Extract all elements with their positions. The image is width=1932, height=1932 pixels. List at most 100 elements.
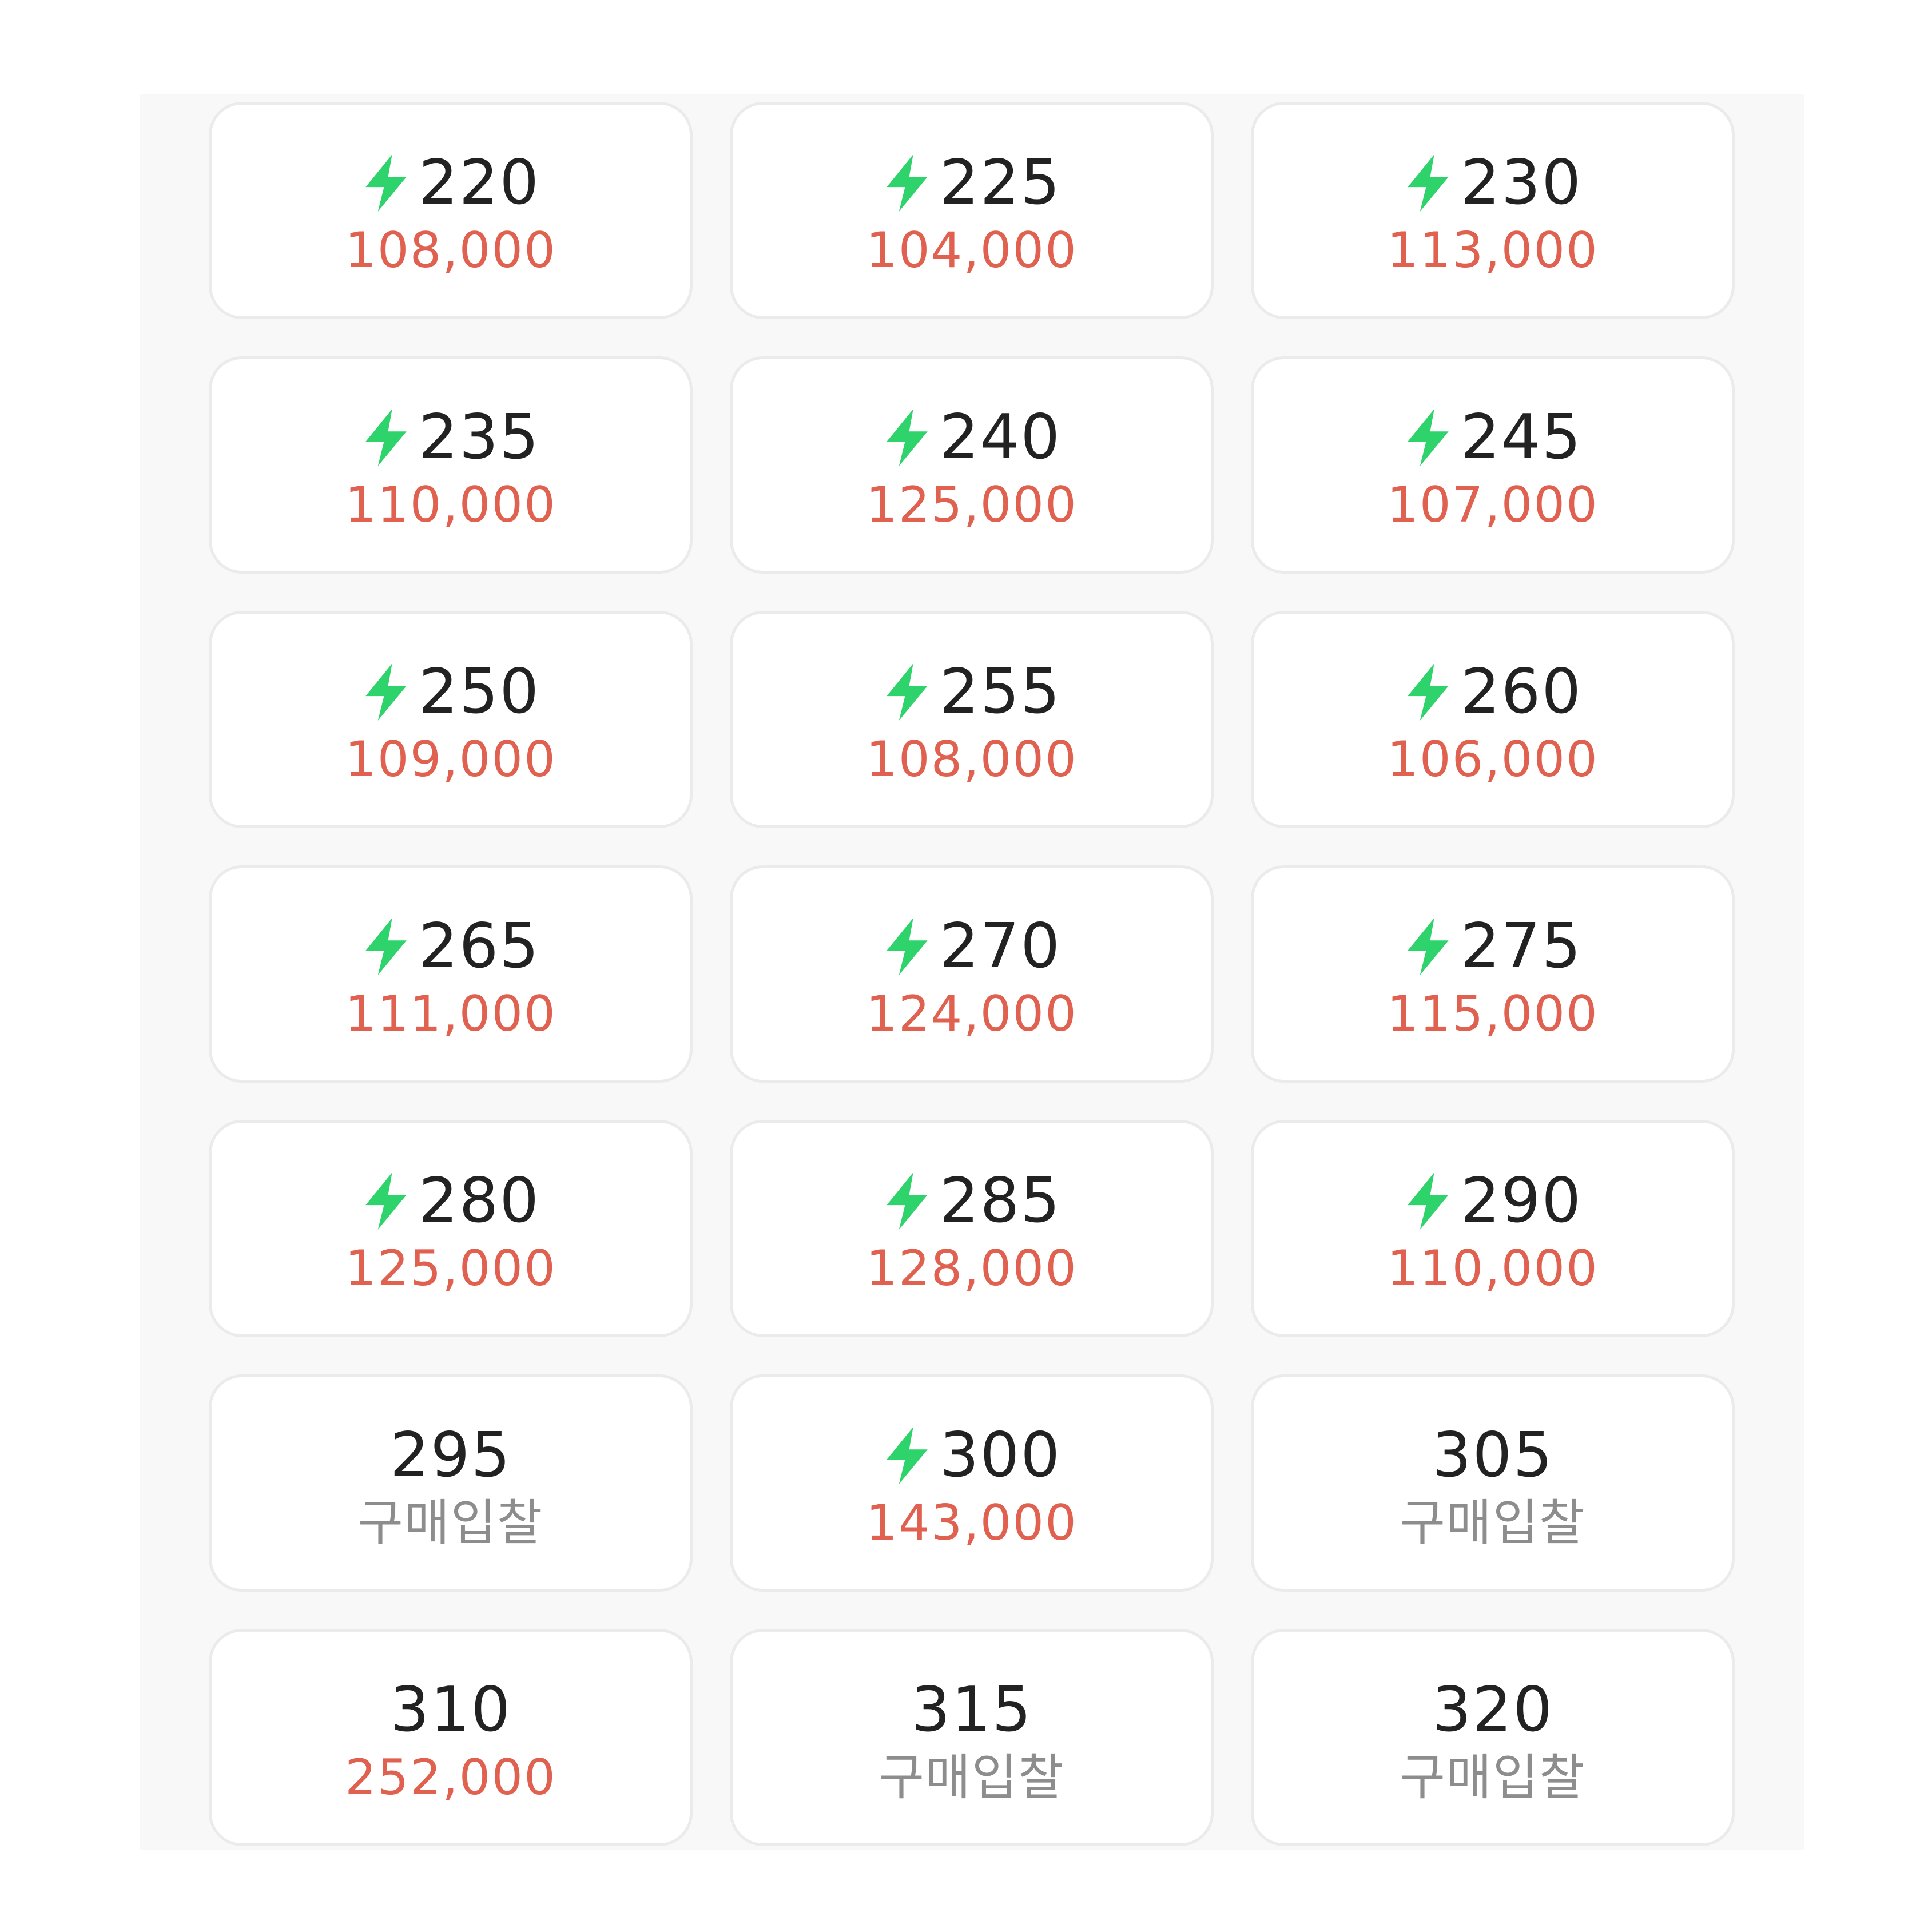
bid-label: 구매입찰 xyxy=(1400,1494,1586,1552)
lightning-bolt-icon xyxy=(1404,918,1453,975)
lightning-bolt-icon xyxy=(361,409,411,466)
bid-label: 구매입찰 xyxy=(1400,1749,1586,1806)
size-option-300[interactable]: 300 143,000 xyxy=(730,1374,1214,1592)
lightning-bolt-icon xyxy=(1404,663,1453,721)
size-line: 290 xyxy=(1404,1164,1582,1238)
size-line: 265 xyxy=(361,909,540,984)
price-label: 107,000 xyxy=(1387,476,1599,534)
size-label: 225 xyxy=(939,147,1062,218)
size-label: 270 xyxy=(939,911,1062,982)
bid-label: 구매입찰 xyxy=(357,1494,544,1552)
size-option-235[interactable]: 235 110,000 xyxy=(209,356,693,574)
size-line: 230 xyxy=(1404,146,1582,220)
size-label: 260 xyxy=(1460,656,1583,728)
size-option-280[interactable]: 280 125,000 xyxy=(209,1120,693,1337)
size-option-295[interactable]: 295 구매입찰 xyxy=(209,1374,693,1592)
price-label: 104,000 xyxy=(866,222,1078,279)
size-label: 240 xyxy=(939,401,1062,473)
size-option-225[interactable]: 225 104,000 xyxy=(730,102,1214,319)
size-option-255[interactable]: 255 108,000 xyxy=(730,611,1214,828)
price-label: 115,000 xyxy=(1387,985,1599,1043)
price-label: 125,000 xyxy=(345,1240,556,1297)
size-line: 320 xyxy=(1432,1673,1553,1747)
size-label: 265 xyxy=(418,911,540,982)
lightning-bolt-icon xyxy=(1404,154,1453,212)
price-label: 128,000 xyxy=(866,1240,1078,1297)
size-line: 255 xyxy=(882,655,1061,729)
size-option-285[interactable]: 285 128,000 xyxy=(730,1120,1214,1337)
size-option-230[interactable]: 230 113,000 xyxy=(1251,102,1735,319)
size-option-270[interactable]: 270 124,000 xyxy=(730,865,1214,1083)
size-option-320[interactable]: 320 구매입찰 xyxy=(1251,1629,1735,1846)
size-label: 300 xyxy=(939,1420,1062,1491)
size-line: 305 xyxy=(1432,1418,1553,1493)
size-option-265[interactable]: 265 111,000 xyxy=(209,865,693,1083)
lightning-bolt-icon xyxy=(882,1427,932,1484)
size-label: 315 xyxy=(911,1674,1033,1746)
lightning-bolt-icon xyxy=(882,409,932,466)
size-option-275[interactable]: 275 115,000 xyxy=(1251,865,1735,1083)
size-line: 270 xyxy=(882,909,1061,984)
price-label: 106,000 xyxy=(1387,731,1599,788)
size-line: 235 xyxy=(361,400,540,475)
size-option-240[interactable]: 240 125,000 xyxy=(730,356,1214,574)
size-label: 295 xyxy=(389,1420,512,1491)
size-option-305[interactable]: 305 구매입찰 xyxy=(1251,1374,1735,1592)
price-label: 108,000 xyxy=(866,731,1078,788)
size-select-panel: 220 108,000 225 104,000 230 113,000 235 110,000… xyxy=(140,94,1804,1850)
lightning-bolt-icon xyxy=(1404,409,1453,466)
price-label: 110,000 xyxy=(345,476,556,534)
lightning-bolt-icon xyxy=(882,663,932,721)
lightning-bolt-icon xyxy=(882,154,932,212)
size-line: 285 xyxy=(882,1164,1061,1238)
size-grid: 220 108,000 225 104,000 230 113,000 235 110,000… xyxy=(209,102,1735,1846)
size-line: 280 xyxy=(361,1164,540,1238)
price-label: 252,000 xyxy=(345,1749,556,1806)
size-line: 220 xyxy=(361,146,540,220)
lightning-bolt-icon xyxy=(882,1172,932,1230)
size-label: 230 xyxy=(1460,147,1583,218)
size-option-290[interactable]: 290 110,000 xyxy=(1251,1120,1735,1337)
size-label: 310 xyxy=(389,1674,512,1746)
size-line: 295 xyxy=(390,1418,511,1493)
size-label: 320 xyxy=(1432,1674,1554,1746)
size-label: 305 xyxy=(1432,1420,1554,1491)
bid-label: 구매입찰 xyxy=(878,1749,1065,1806)
size-option-220[interactable]: 220 108,000 xyxy=(209,102,693,319)
size-line: 300 xyxy=(882,1418,1061,1493)
size-option-250[interactable]: 250 109,000 xyxy=(209,611,693,828)
size-line: 260 xyxy=(1404,655,1582,729)
size-label: 245 xyxy=(1460,401,1583,473)
size-option-310[interactable]: 310 252,000 xyxy=(209,1629,693,1846)
size-line: 240 xyxy=(882,400,1061,475)
size-label: 250 xyxy=(418,656,540,728)
size-option-245[interactable]: 245 107,000 xyxy=(1251,356,1735,574)
size-option-315[interactable]: 315 구매입찰 xyxy=(730,1629,1214,1846)
size-label: 290 xyxy=(1460,1165,1583,1237)
price-label: 113,000 xyxy=(1387,222,1599,279)
price-label: 111,000 xyxy=(345,985,556,1043)
price-label: 143,000 xyxy=(866,1494,1078,1552)
size-label: 285 xyxy=(939,1165,1062,1237)
size-line: 315 xyxy=(911,1673,1032,1747)
size-line: 275 xyxy=(1404,909,1582,984)
size-label: 280 xyxy=(418,1165,540,1237)
size-line: 310 xyxy=(390,1673,511,1747)
price-label: 124,000 xyxy=(866,985,1078,1043)
size-label: 275 xyxy=(1460,911,1583,982)
lightning-bolt-icon xyxy=(361,918,411,975)
size-option-260[interactable]: 260 106,000 xyxy=(1251,611,1735,828)
lightning-bolt-icon xyxy=(882,918,932,975)
lightning-bolt-icon xyxy=(1404,1172,1453,1230)
price-label: 110,000 xyxy=(1387,1240,1599,1297)
size-line: 250 xyxy=(361,655,540,729)
size-label: 220 xyxy=(418,147,540,218)
size-line: 225 xyxy=(882,146,1061,220)
lightning-bolt-icon xyxy=(361,663,411,721)
price-label: 108,000 xyxy=(345,222,556,279)
price-label: 109,000 xyxy=(345,731,556,788)
price-label: 125,000 xyxy=(866,476,1078,534)
lightning-bolt-icon xyxy=(361,154,411,212)
size-label: 235 xyxy=(418,401,540,473)
size-line: 245 xyxy=(1404,400,1582,475)
